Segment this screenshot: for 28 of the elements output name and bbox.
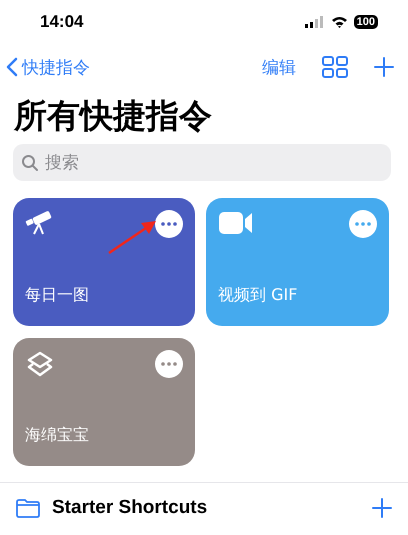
wifi-icon <box>330 16 348 28</box>
back-button[interactable]: 快捷指令 <box>6 56 90 78</box>
grid-view-button[interactable] <box>322 56 348 78</box>
battery-level: 100 <box>354 15 378 29</box>
ellipsis-icon <box>161 222 177 226</box>
add-button[interactable] <box>374 57 394 77</box>
add-folder-button[interactable] <box>372 498 392 518</box>
shortcut-name: 每日一图 <box>25 285 90 306</box>
search-field[interactable]: 搜索 <box>13 144 391 181</box>
more-button[interactable] <box>349 210 377 238</box>
ellipsis-icon <box>161 362 177 366</box>
shortcut-name: 海绵宝宝 <box>25 425 90 446</box>
shortcut-card[interactable]: 视频到 GIF <box>206 198 389 326</box>
ellipsis-icon <box>355 222 371 226</box>
shortcut-name: 视频到 GIF <box>218 285 298 306</box>
edit-button[interactable]: 编辑 <box>262 56 296 78</box>
shortcut-card[interactable]: 每日一图 <box>13 198 195 326</box>
search-icon <box>21 154 39 172</box>
more-button[interactable] <box>155 350 183 378</box>
more-button[interactable] <box>155 210 183 238</box>
shortcut-card[interactable]: 海绵宝宝 <box>13 338 195 466</box>
folder-icon <box>16 498 40 518</box>
video-camera-icon <box>218 210 254 236</box>
page-title: 所有快捷指令 <box>14 95 213 137</box>
folder-name: Starter Shortcuts <box>52 497 208 519</box>
signal-icon <box>304 16 325 28</box>
status-time: 14:04 <box>40 12 84 32</box>
chevron-left-icon <box>6 57 18 77</box>
